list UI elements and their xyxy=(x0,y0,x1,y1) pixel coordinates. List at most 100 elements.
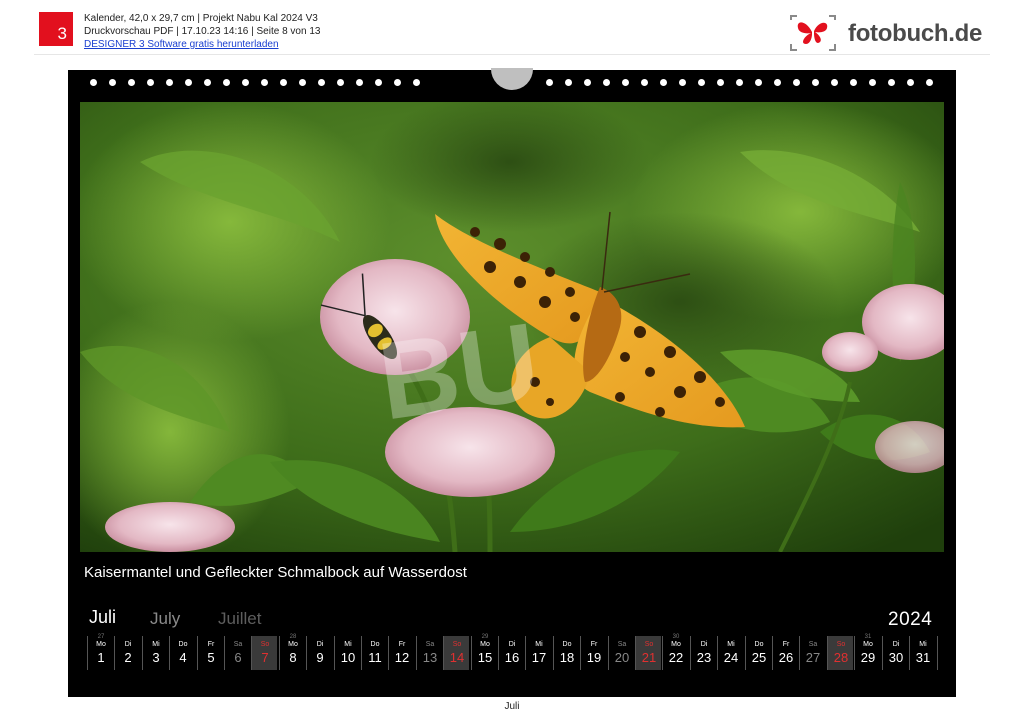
day-number: 4 xyxy=(179,650,187,665)
day-number: 20 xyxy=(614,650,630,665)
binding-hole xyxy=(128,79,135,86)
day-cell: So 21 xyxy=(635,636,661,670)
day-cell: Sa 20 xyxy=(608,636,634,670)
weekday-label: Sa xyxy=(233,641,243,648)
binding-hole xyxy=(185,79,192,86)
day-cell: Do 25 xyxy=(745,636,771,670)
meta-line-size-project: Kalender, 42,0 x 29,7 cm | Projekt Nabu … xyxy=(84,13,318,24)
day-grid: 27 Mo 1 Di 2 Mi 3 Do 4 Fr 5 Sa 6 So 7 28 Mo 8 Di 9 Mi 10 Do 11 F… xyxy=(87,634,938,676)
fotobuch-logo[interactable]: fotobuch.de xyxy=(788,14,988,52)
weekday-label: Do xyxy=(754,641,764,648)
butterfly-photo-illustration: BU xyxy=(80,102,944,552)
day-cell: Mi 31 xyxy=(909,636,935,670)
weekday-label: Do xyxy=(178,641,188,648)
day-cell: So 7 xyxy=(251,636,277,670)
day-number: 16 xyxy=(504,650,520,665)
calendar-year: 2024 xyxy=(888,609,933,630)
binding-hole xyxy=(774,79,781,86)
binding-hole xyxy=(565,79,572,86)
day-cell: Mi 3 xyxy=(142,636,168,670)
day-number: 25 xyxy=(751,650,767,665)
weekday-label: Di xyxy=(700,641,708,648)
weekday-label: Sa xyxy=(425,641,435,648)
grid-end-line xyxy=(937,636,938,670)
calendar-photo: BU xyxy=(80,102,944,552)
day-cell: Sa 6 xyxy=(224,636,250,670)
binding-hole xyxy=(622,79,629,86)
day-number: 15 xyxy=(477,650,493,665)
binding-hole xyxy=(356,79,363,86)
binding-hole xyxy=(375,79,382,86)
weekday-label: Fr xyxy=(207,641,215,648)
day-number: 2 xyxy=(124,650,132,665)
day-number: 13 xyxy=(422,650,438,665)
day-number: 17 xyxy=(531,650,547,665)
binding-hole xyxy=(166,79,173,86)
day-number: 9 xyxy=(316,650,324,665)
binding-hole xyxy=(926,79,933,86)
download-designer-link[interactable]: DESIGNER 3 Software gratis herunterladen xyxy=(84,38,320,51)
weekday-label: Mo xyxy=(863,641,873,648)
day-cell: Di 2 xyxy=(114,636,140,670)
day-number: 22 xyxy=(668,650,684,665)
day-cell: 27 Mo 1 xyxy=(87,634,113,670)
day-cell: Fr 26 xyxy=(772,636,798,670)
weekday-label: Mo xyxy=(96,641,106,648)
binding-hole xyxy=(299,79,306,86)
weekday-label: Fr xyxy=(398,641,406,648)
binding-hole xyxy=(793,79,800,86)
day-number: 19 xyxy=(586,650,602,665)
day-cell: Di 30 xyxy=(882,636,908,670)
day-cell: 30 Mo 22 xyxy=(662,634,688,670)
binding-hole xyxy=(261,79,268,86)
day-number: 12 xyxy=(394,650,410,665)
weekday-label: Mo xyxy=(480,641,490,648)
page-footer-label: Juli xyxy=(504,701,520,712)
day-number: 27 xyxy=(805,650,821,665)
weekday-label: So xyxy=(644,641,654,648)
binding-hole xyxy=(280,79,287,86)
day-number: 23 xyxy=(696,650,712,665)
binding-hole xyxy=(223,79,230,86)
day-cell: Di 23 xyxy=(690,636,716,670)
day-number: 10 xyxy=(340,650,356,665)
document-meta: Kalender, 42,0 x 29,7 cm | Projekt Nabu … xyxy=(84,12,320,51)
day-number: 29 xyxy=(860,650,876,665)
day-cell: So 28 xyxy=(827,636,853,670)
binding-hole xyxy=(318,79,325,86)
day-number: 31 xyxy=(915,650,931,665)
binding-hole xyxy=(755,79,762,86)
binding-hole xyxy=(147,79,154,86)
weekday-label: Fr xyxy=(590,641,598,648)
week-number: 30 xyxy=(672,634,680,640)
binding-hole xyxy=(109,79,116,86)
day-cell: Fr 19 xyxy=(580,636,606,670)
photo-caption: Kaisermantel und Gefleckter Schmalbock a… xyxy=(84,564,467,581)
week-number: 27 xyxy=(97,634,105,640)
weekday-label: Di xyxy=(124,641,132,648)
weekday-label: Mi xyxy=(152,641,160,648)
weekday-label: Mi xyxy=(727,641,735,648)
day-cell: Mi 10 xyxy=(334,636,360,670)
month-name-german: Juli xyxy=(89,607,117,627)
binding-hole xyxy=(888,79,895,86)
weekday-label: Mi xyxy=(919,641,927,648)
logo-text: fotobuch.de xyxy=(848,20,983,47)
weekday-label: Di xyxy=(316,641,324,648)
week-number: 28 xyxy=(289,634,297,640)
day-cell: 31 Mo 29 xyxy=(854,634,880,670)
day-cell: Sa 27 xyxy=(799,636,825,670)
weekday-label: Mo xyxy=(288,641,298,648)
month-name-english: July xyxy=(150,609,181,628)
weekday-label: Sa xyxy=(808,641,818,648)
header-divider xyxy=(34,54,990,55)
day-number: 7 xyxy=(261,650,269,665)
day-number: 26 xyxy=(778,650,794,665)
day-number: 30 xyxy=(888,650,904,665)
day-number: 21 xyxy=(641,650,657,665)
month-name-french: Juillet xyxy=(218,609,262,628)
butterfly-icon xyxy=(790,15,836,51)
day-cell: 29 Mo 15 xyxy=(471,634,497,670)
day-cell: Do 11 xyxy=(361,636,387,670)
weekday-label: Do xyxy=(562,641,572,648)
